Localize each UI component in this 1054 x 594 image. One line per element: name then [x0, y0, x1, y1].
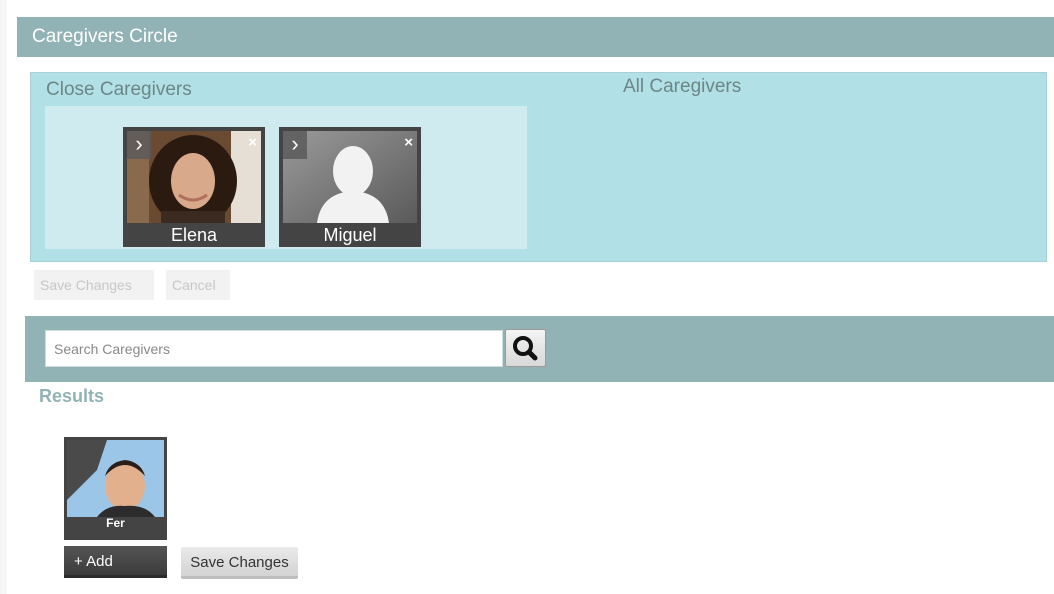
caregiver-card-elena[interactable]: › × Elena [123, 127, 265, 247]
results-title: Results [39, 386, 105, 406]
caregiver-name: Miguel [323, 225, 377, 245]
search-input[interactable] [45, 330, 503, 367]
page-title: Caregivers Circle [32, 26, 178, 47]
save-changes-button[interactable]: Save Changes [181, 547, 298, 579]
close-icon[interactable]: × [248, 135, 257, 150]
caregivers-panel: Close Caregivers All Caregivers › × Elen… [30, 72, 1047, 262]
caregiver-card-miguel[interactable]: › × Miguel [279, 127, 421, 247]
caregivers-circle-header: Caregivers Circle [17, 17, 1054, 57]
all-caregivers-title: All Caregivers [623, 76, 742, 97]
search-icon [513, 336, 538, 361]
close-caregivers-title: Close Caregivers [46, 79, 192, 100]
fer-photo [67, 440, 164, 517]
chevron-right-icon[interactable]: › [127, 131, 151, 159]
close-caregivers-dropzone[interactable]: › × Elena › × Miguel [45, 106, 527, 249]
cancel-button-disabled[interactable]: Cancel [166, 270, 230, 300]
result-name: Fer [106, 516, 125, 530]
caregiver-name: Elena [170, 225, 218, 245]
result-card-fer[interactable]: Fer [64, 437, 167, 540]
search-button[interactable] [505, 329, 546, 367]
chevron-right-icon[interactable]: › [283, 131, 307, 159]
add-button[interactable]: + Add [64, 546, 167, 578]
close-icon[interactable]: × [404, 135, 413, 150]
search-bar [25, 316, 1054, 382]
save-changes-button-disabled[interactable]: Save Changes [34, 270, 154, 300]
